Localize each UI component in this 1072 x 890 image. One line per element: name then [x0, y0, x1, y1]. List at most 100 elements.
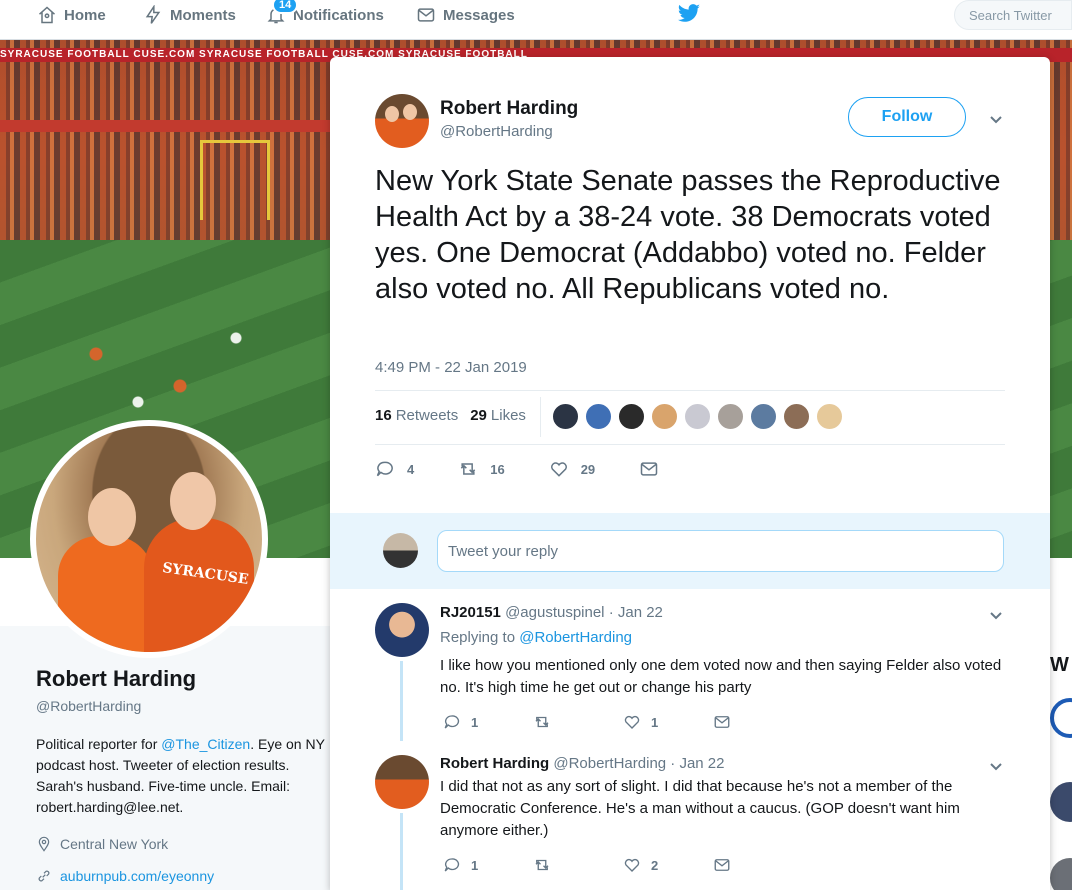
- twitter-bird-icon[interactable]: [677, 4, 701, 24]
- top-nav: Home Moments Notifications 14 Messages S…: [0, 0, 1072, 40]
- liker-avatar[interactable]: [750, 403, 777, 430]
- chevron-down-icon[interactable]: [988, 758, 1004, 774]
- direct-message-button[interactable]: [639, 459, 671, 479]
- reply-author-name[interactable]: Robert Harding: [440, 755, 549, 772]
- profile-bio: Political reporter for @The_Citizen. Eye…: [36, 734, 336, 818]
- like-button[interactable]: 2: [623, 856, 713, 874]
- profile-avatar[interactable]: SYRACUSE: [30, 420, 268, 658]
- divider: [375, 444, 1005, 445]
- nav-moments-label: Moments: [170, 6, 236, 24]
- heart-icon: [624, 715, 640, 729]
- tweet-timestamp[interactable]: 4:49 PM - 22 Jan 2019: [375, 359, 527, 376]
- liker-avatar[interactable]: [618, 403, 645, 430]
- home-icon: [36, 4, 58, 26]
- nav-messages[interactable]: Messages: [415, 0, 515, 30]
- reply-input[interactable]: Tweet your reply: [437, 530, 1004, 572]
- envelope-icon: [714, 859, 730, 871]
- retweet-button[interactable]: [533, 713, 623, 731]
- tweet-author-name[interactable]: Robert Harding: [440, 98, 578, 120]
- reply-tweet[interactable]: Robert Harding @RobertHarding · Jan 22 I…: [330, 739, 1050, 890]
- reply-author-handle[interactable]: @RobertHarding: [553, 755, 666, 772]
- liker-avatar[interactable]: [552, 403, 579, 430]
- retweet-icon: [535, 716, 549, 728]
- notification-count-badge: 14: [272, 0, 299, 14]
- reply-author-handle[interactable]: @agustuspinel: [505, 604, 604, 621]
- likes-stat[interactable]: 29 Likes: [470, 407, 526, 424]
- nav-home-label: Home: [64, 6, 106, 24]
- reply-text: I like how you mentioned only one dem vo…: [440, 657, 1002, 696]
- profile-url[interactable]: auburnpub.com/eyeonny: [36, 868, 214, 884]
- right-sidebar-avatar[interactable]: [1050, 858, 1072, 890]
- profile-location: Central New York: [36, 836, 168, 852]
- retweet-button[interactable]: [533, 856, 623, 874]
- retweets-count: 16: [375, 407, 392, 424]
- reply-button[interactable]: 4: [375, 459, 414, 479]
- liker-avatar[interactable]: [651, 403, 678, 430]
- bio-mention-link[interactable]: @The_Citizen: [161, 736, 250, 752]
- like-button[interactable]: 1: [623, 713, 713, 731]
- link-icon: [38, 870, 50, 882]
- nav-moments[interactable]: Moments: [142, 0, 236, 30]
- reply-author-avatar[interactable]: [375, 603, 429, 657]
- profile-name[interactable]: Robert Harding: [36, 666, 196, 692]
- reply-tweet[interactable]: RJ20151 @agustuspinel · Jan 22 Replying …: [330, 589, 1050, 741]
- like-button[interactable]: 29: [549, 459, 595, 479]
- retweets-stat[interactable]: 16 Retweets: [375, 407, 458, 424]
- tweet-author-avatar[interactable]: [375, 94, 429, 148]
- follow-button[interactable]: Follow: [848, 97, 966, 137]
- right-sidebar-peek: W: [1050, 558, 1072, 890]
- retweet-icon: [461, 463, 476, 475]
- liker-avatar[interactable]: [816, 403, 843, 430]
- reply-author-name[interactable]: RJ20151: [440, 604, 501, 621]
- envelope-icon: [415, 4, 437, 26]
- reply-count: 1: [471, 714, 479, 730]
- replying-to-link[interactable]: @RobertHarding: [519, 629, 632, 646]
- right-sidebar-avatar[interactable]: [1050, 698, 1072, 738]
- location-pin-icon: [38, 836, 50, 852]
- avatar-person-left: [58, 536, 153, 652]
- stats-divider: [540, 397, 541, 437]
- likes-label: Likes: [490, 407, 526, 424]
- direct-message-button[interactable]: [713, 713, 803, 731]
- reply-count: 4: [407, 461, 415, 477]
- profile-handle[interactable]: @RobertHarding: [36, 698, 141, 714]
- right-sidebar-avatar[interactable]: [1050, 782, 1072, 822]
- reply-button[interactable]: 1: [443, 856, 533, 874]
- reply-date[interactable]: · Jan 22: [609, 604, 663, 621]
- reply-button[interactable]: 1: [443, 713, 533, 731]
- liker-avatar[interactable]: [684, 403, 711, 430]
- banner-goalpost: [200, 140, 270, 220]
- divider: [375, 390, 1005, 391]
- replying-to-prefix: Replying to: [440, 629, 520, 646]
- reply-actions: 1 1: [443, 713, 803, 731]
- retweet-button[interactable]: 16: [458, 459, 505, 479]
- nav-home[interactable]: Home: [36, 0, 106, 30]
- tweet-permalink-modal: Robert Harding @RobertHarding Follow New…: [330, 57, 1050, 890]
- likes-count: 29: [470, 407, 487, 424]
- liker-avatar[interactable]: [717, 403, 744, 430]
- direct-message-button[interactable]: [713, 856, 803, 874]
- reply-icon: [444, 858, 460, 872]
- liker-avatar[interactable]: [585, 403, 612, 430]
- search-input[interactable]: Search Twitter: [954, 0, 1072, 30]
- right-sidebar-heading: W: [1050, 654, 1069, 676]
- retweet-count: 16: [490, 461, 505, 477]
- like-count: 1: [651, 714, 659, 730]
- bio-text-pre: Political reporter for: [36, 736, 162, 752]
- chevron-down-icon[interactable]: [988, 607, 1004, 623]
- banner-rail-lower: [0, 120, 330, 132]
- reply-author-avatar[interactable]: [375, 755, 429, 809]
- tweet-stats: 16 Retweets 29 Likes: [375, 407, 538, 424]
- location-text: Central New York: [60, 836, 169, 852]
- tweet-author-handle[interactable]: @RobertHarding: [440, 123, 553, 140]
- liker-avatar[interactable]: [783, 403, 810, 430]
- retweets-label: Retweets: [395, 407, 459, 424]
- profile-url-text[interactable]: auburnpub.com/eyeonny: [60, 868, 214, 884]
- tweet-text: New York State Senate passes the Reprodu…: [375, 165, 1001, 305]
- current-user-avatar: [383, 533, 418, 568]
- chevron-down-icon[interactable]: [988, 111, 1004, 127]
- reply-date[interactable]: · Jan 22: [670, 755, 724, 772]
- nav-notifications-label: Notifications: [293, 6, 384, 24]
- reply-icon: [444, 715, 460, 729]
- envelope-icon: [714, 716, 730, 728]
